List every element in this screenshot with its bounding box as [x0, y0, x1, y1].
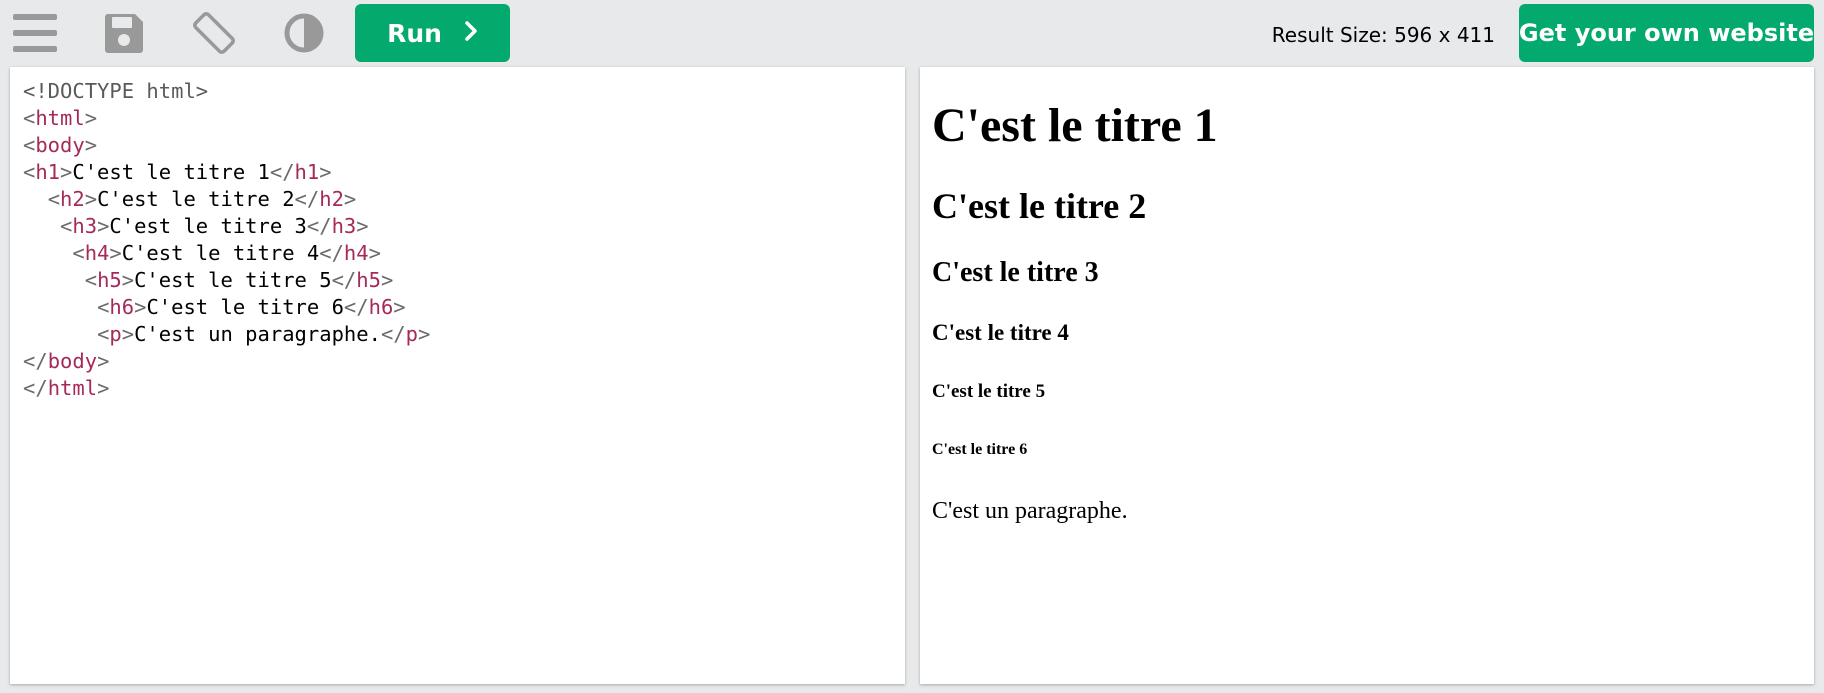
code-line: <h4>C'est le titre 4</h4>	[23, 240, 430, 267]
result-size-label: Result Size: 596 x 411	[1271, 23, 1495, 47]
result-heading-5: C'est le titre 5	[932, 381, 1046, 402]
result-panel: C'est le titre 1 C'est le titre 2 C'est …	[920, 67, 1814, 684]
code-tag: <h5>	[84, 268, 135, 292]
contrast-half-circle-icon[interactable]	[279, 8, 329, 58]
result-heading-1: C'est le titre 1	[932, 99, 1218, 152]
code-line: </html>	[23, 375, 430, 402]
code-tag: </p>	[380, 322, 431, 346]
code-text: C'est le titre 2	[97, 187, 295, 211]
code-tag: <h2>	[47, 187, 98, 211]
code-tag: </h4>	[319, 241, 381, 265]
code-editor-panel[interactable]: <!DOCTYPE html> <html> <body> <h1>C'est le …	[10, 67, 905, 684]
code-tag: <h1>	[23, 160, 73, 184]
code-tag: <h4>	[72, 241, 122, 265]
code-tag: </h2>	[294, 187, 357, 211]
run-button-label: Run	[387, 18, 442, 48]
code-editor[interactable]: <!DOCTYPE html> <html> <body> <h1>C'est le …	[23, 78, 430, 402]
code-text: C'est le titre 6	[146, 295, 344, 319]
code-text: C'est le titre 5	[134, 268, 332, 292]
result-heading-6: C'est le titre 6	[932, 441, 1028, 458]
result-heading-2: C'est le titre 2	[932, 186, 1147, 226]
code-line: </body>	[23, 348, 430, 375]
code-tag: <html>	[23, 106, 98, 130]
code-line: <!DOCTYPE html>	[23, 78, 430, 105]
code-line: <h1>C'est le titre 1</h1>	[23, 159, 430, 186]
code-line: <p>C'est un paragraphe.</p>	[23, 321, 430, 348]
code-text: C'est un paragraphe.	[134, 322, 381, 346]
code-tag: </h6>	[343, 295, 406, 319]
code-line: <h5>C'est le titre 5</h5>	[23, 267, 430, 294]
get-your-own-website-button[interactable]: Get your own website	[1519, 4, 1814, 62]
code-tag: </html>	[23, 376, 110, 400]
toolbar: Run Result Size: 596 x 411 Get your own …	[0, 0, 1824, 66]
hamburger-menu-icon[interactable]	[10, 8, 60, 58]
floppy-disk-icon[interactable]	[99, 8, 149, 58]
code-tag: <h3>	[60, 214, 110, 238]
code-text: C'est le titre 4	[121, 241, 320, 265]
code-tag: </h5>	[331, 268, 394, 292]
code-line: <h2>C'est le titre 2</h2>	[23, 186, 430, 213]
code-tag: </body>	[23, 349, 110, 373]
code-doctype: <!DOCTYPE html>	[23, 79, 209, 103]
code-line: <h6>C'est le titre 6</h6>	[23, 294, 430, 321]
code-text: C'est le titre 1	[72, 160, 270, 184]
code-tag: <body>	[23, 133, 98, 157]
code-tag: </h1>	[269, 160, 332, 184]
code-line: <h3>C'est le titre 3</h3>	[23, 213, 430, 240]
code-text: C'est le titre 3	[109, 214, 307, 238]
chevron-right-icon	[464, 19, 478, 48]
code-tag: </h3>	[306, 214, 369, 238]
code-line: <html>	[23, 105, 430, 132]
rotate-screen-icon[interactable]	[189, 8, 239, 58]
code-tag: <p>	[97, 322, 135, 346]
result-heading-4: C'est le titre 4	[932, 320, 1069, 345]
code-line: <body>	[23, 132, 430, 159]
code-tag: <h6>	[97, 295, 147, 319]
result-heading-3: C'est le titre 3	[932, 257, 1099, 288]
result-paragraph: C'est un paragraphe.	[932, 498, 1128, 524]
run-button[interactable]: Run	[355, 4, 510, 62]
